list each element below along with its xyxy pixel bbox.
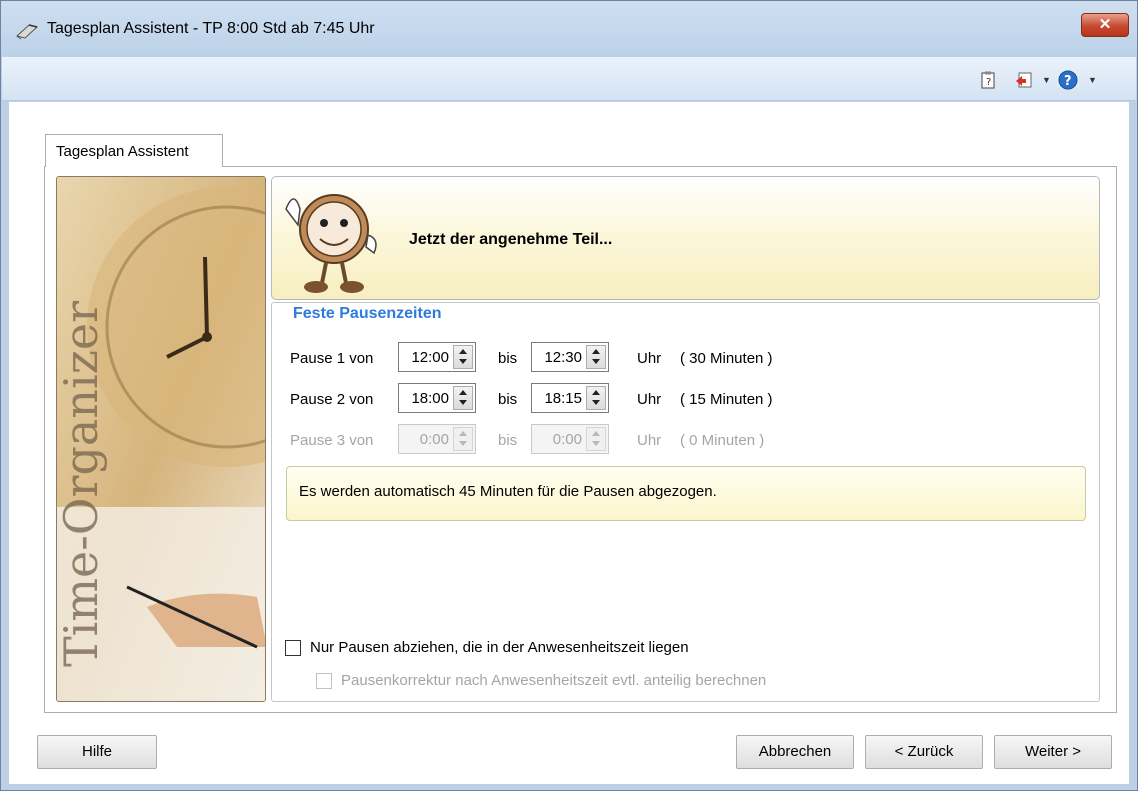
- pause-1-to-value[interactable]: 12:30: [544, 349, 582, 366]
- pause-2-duration: ( 15 Minuten ): [680, 391, 773, 408]
- pause-2-from-spin-buttons[interactable]: [453, 386, 473, 410]
- exit-dropdown-arrow-icon[interactable]: ▼: [1042, 75, 1051, 85]
- pause-3-to-spinner: 0:00: [531, 424, 609, 454]
- help-dropdown-arrow-icon[interactable]: ▼: [1088, 75, 1097, 85]
- pause-2-bis-label: bis: [498, 391, 518, 408]
- pause-2-to-value[interactable]: 18:15: [544, 390, 582, 407]
- pause-1-bis-label: bis: [498, 350, 518, 367]
- pause-1-from-value[interactable]: 12:00: [411, 349, 449, 366]
- checkbox-pausenkorrektur: [316, 673, 332, 689]
- pause-row-2: Pause 2 von 18:00 bis 18:15 Uhr ( 15 Min…: [0, 383, 1138, 413]
- exit-icon[interactable]: [1014, 70, 1034, 90]
- help-button[interactable]: Hilfe: [37, 735, 157, 769]
- pause-1-uhr-label: Uhr: [637, 350, 662, 367]
- help-icon[interactable]: ?: [1058, 70, 1078, 90]
- checkbox-pausenkorrektur-label: Pausenkorrektur nach Anwesenheitszeit ev…: [341, 672, 767, 689]
- wizard-header: Jetzt der angenehme Teil...: [271, 176, 1100, 300]
- next-button[interactable]: Weiter >: [994, 735, 1112, 769]
- title-bar: Tagesplan Assistent - TP 8:00 Std ab 7:4…: [1, 1, 1137, 57]
- checkbox-nur-pausen[interactable]: [285, 640, 301, 656]
- pause-row-1: Pause 1 von 12:00 bis 12:30 Uhr ( 30 Min…: [0, 342, 1138, 372]
- pause-row-3: Pause 3 von 0:00 bis 0:00 Uhr ( 0 Minute…: [0, 424, 1138, 454]
- window-title: Tagesplan Assistent - TP 8:00 Std ab 7:4…: [47, 20, 375, 37]
- info-text: Es werden automatisch 45 Minuten für die…: [299, 483, 717, 500]
- pause-1-from-spin-buttons[interactable]: [453, 345, 473, 369]
- pause-3-duration: ( 0 Minuten ): [680, 432, 765, 449]
- group-title-feste-pausenzeiten: Feste Pausenzeiten: [287, 305, 448, 323]
- pause-3-from-spinner: 0:00: [398, 424, 476, 454]
- checkbox-nur-pausen-label[interactable]: Nur Pausen abziehen, die in der Anwesenh…: [310, 639, 689, 656]
- info-box: Es werden automatisch 45 Minuten für die…: [286, 466, 1086, 521]
- wizard-pen-icon: [15, 24, 39, 40]
- svg-text:?: ?: [1064, 74, 1072, 89]
- pause-3-to-spin-buttons: [586, 427, 606, 451]
- pause-1-label: Pause 1 von: [290, 350, 374, 367]
- pause-1-to-spin-buttons[interactable]: [586, 345, 606, 369]
- pause-2-uhr-label: Uhr: [637, 391, 662, 408]
- toolbar: ? ▼ ? ▼: [2, 57, 1136, 101]
- pause-2-to-spinner[interactable]: 18:15: [531, 383, 609, 413]
- pause-3-uhr-label: Uhr: [637, 432, 662, 449]
- pause-3-label: Pause 3 von: [290, 432, 374, 449]
- pause-1-duration: ( 30 Minuten ): [680, 350, 773, 367]
- pause-3-from-spin-buttons: [453, 427, 473, 451]
- pause-2-from-value[interactable]: 18:00: [411, 390, 449, 407]
- pause-2-from-spinner[interactable]: 18:00: [398, 383, 476, 413]
- pause-2-label: Pause 2 von: [290, 391, 374, 408]
- pause-1-to-spinner[interactable]: 12:30: [531, 342, 609, 372]
- close-button[interactable]: ✕: [1081, 13, 1129, 37]
- pause-2-to-spin-buttons[interactable]: [586, 386, 606, 410]
- svg-text:?: ?: [986, 77, 991, 88]
- pause-3-to-value: 0:00: [552, 431, 582, 448]
- tab-tagesplan-assistent[interactable]: Tagesplan Assistent: [45, 134, 223, 167]
- back-button[interactable]: < Zurück: [865, 735, 983, 769]
- clipboard-icon[interactable]: ?: [978, 70, 998, 90]
- wizard-header-text: Jetzt der angenehme Teil...: [409, 231, 613, 248]
- pause-1-from-spinner[interactable]: 12:00: [398, 342, 476, 372]
- clock-mascot-icon: [285, 194, 377, 293]
- pause-3-from-value: 0:00: [419, 431, 449, 448]
- pause-3-bis-label: bis: [498, 432, 518, 449]
- cancel-button[interactable]: Abbrechen: [736, 735, 854, 769]
